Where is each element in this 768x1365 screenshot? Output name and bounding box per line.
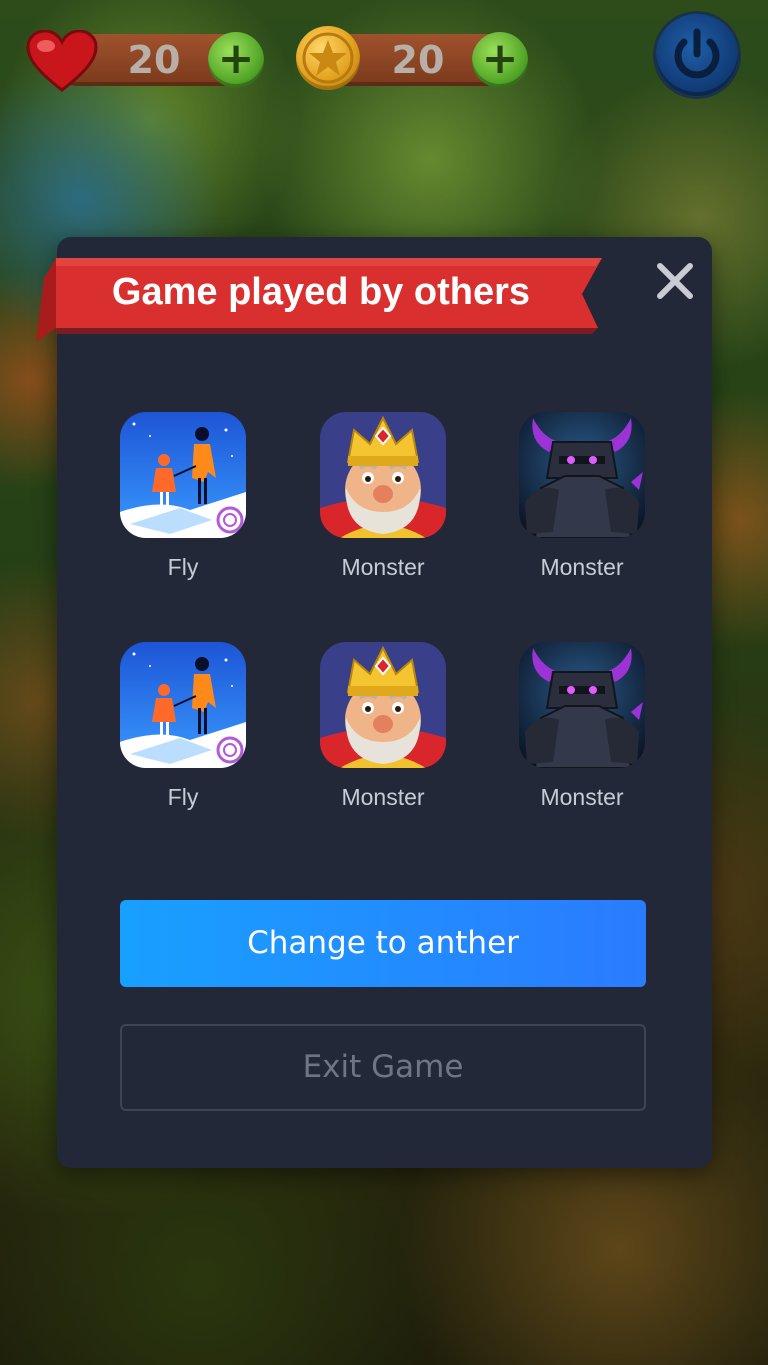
king-game-icon — [320, 412, 446, 538]
power-icon — [674, 28, 720, 79]
fly-game-icon — [120, 412, 246, 538]
king-game-icon — [320, 642, 446, 768]
game-label: Monster — [540, 554, 624, 580]
close-icon[interactable] — [652, 258, 698, 304]
game-item-monster-pekka[interactable]: Monster — [492, 640, 672, 840]
pekka-game-icon — [519, 642, 645, 768]
game-label: Monster — [341, 554, 425, 580]
fly-game-icon — [120, 642, 246, 768]
heart-icon — [26, 30, 98, 92]
game-item-fly[interactable]: Fly — [93, 410, 273, 610]
game-label: Fly — [167, 784, 199, 810]
coins-value: 20 — [391, 38, 445, 82]
game-label: Monster — [341, 784, 425, 810]
exit-game-button[interactable]: Exit Game — [120, 1024, 646, 1111]
dialog-title: Game played by others — [111, 271, 531, 313]
game-label: Fly — [167, 554, 199, 580]
add-hearts-button[interactable]: + — [208, 32, 264, 88]
hearts-value: 20 — [127, 38, 181, 82]
add-coins-button[interactable]: + — [472, 32, 528, 88]
game-label: Monster — [540, 784, 624, 810]
power-button[interactable] — [656, 14, 738, 96]
game-item-monster-pekka[interactable]: Monster — [492, 410, 672, 610]
games-grid: Fly Monster Monster Fly Monster Monster — [57, 410, 712, 830]
change-game-button[interactable]: Change to anther — [120, 900, 646, 987]
game-item-fly[interactable]: Fly — [93, 640, 273, 840]
game-item-monster-king[interactable]: Monster — [293, 410, 473, 610]
star-coin-icon — [296, 26, 360, 90]
pekka-game-icon — [519, 412, 645, 538]
game-item-monster-king[interactable]: Monster — [293, 640, 473, 840]
